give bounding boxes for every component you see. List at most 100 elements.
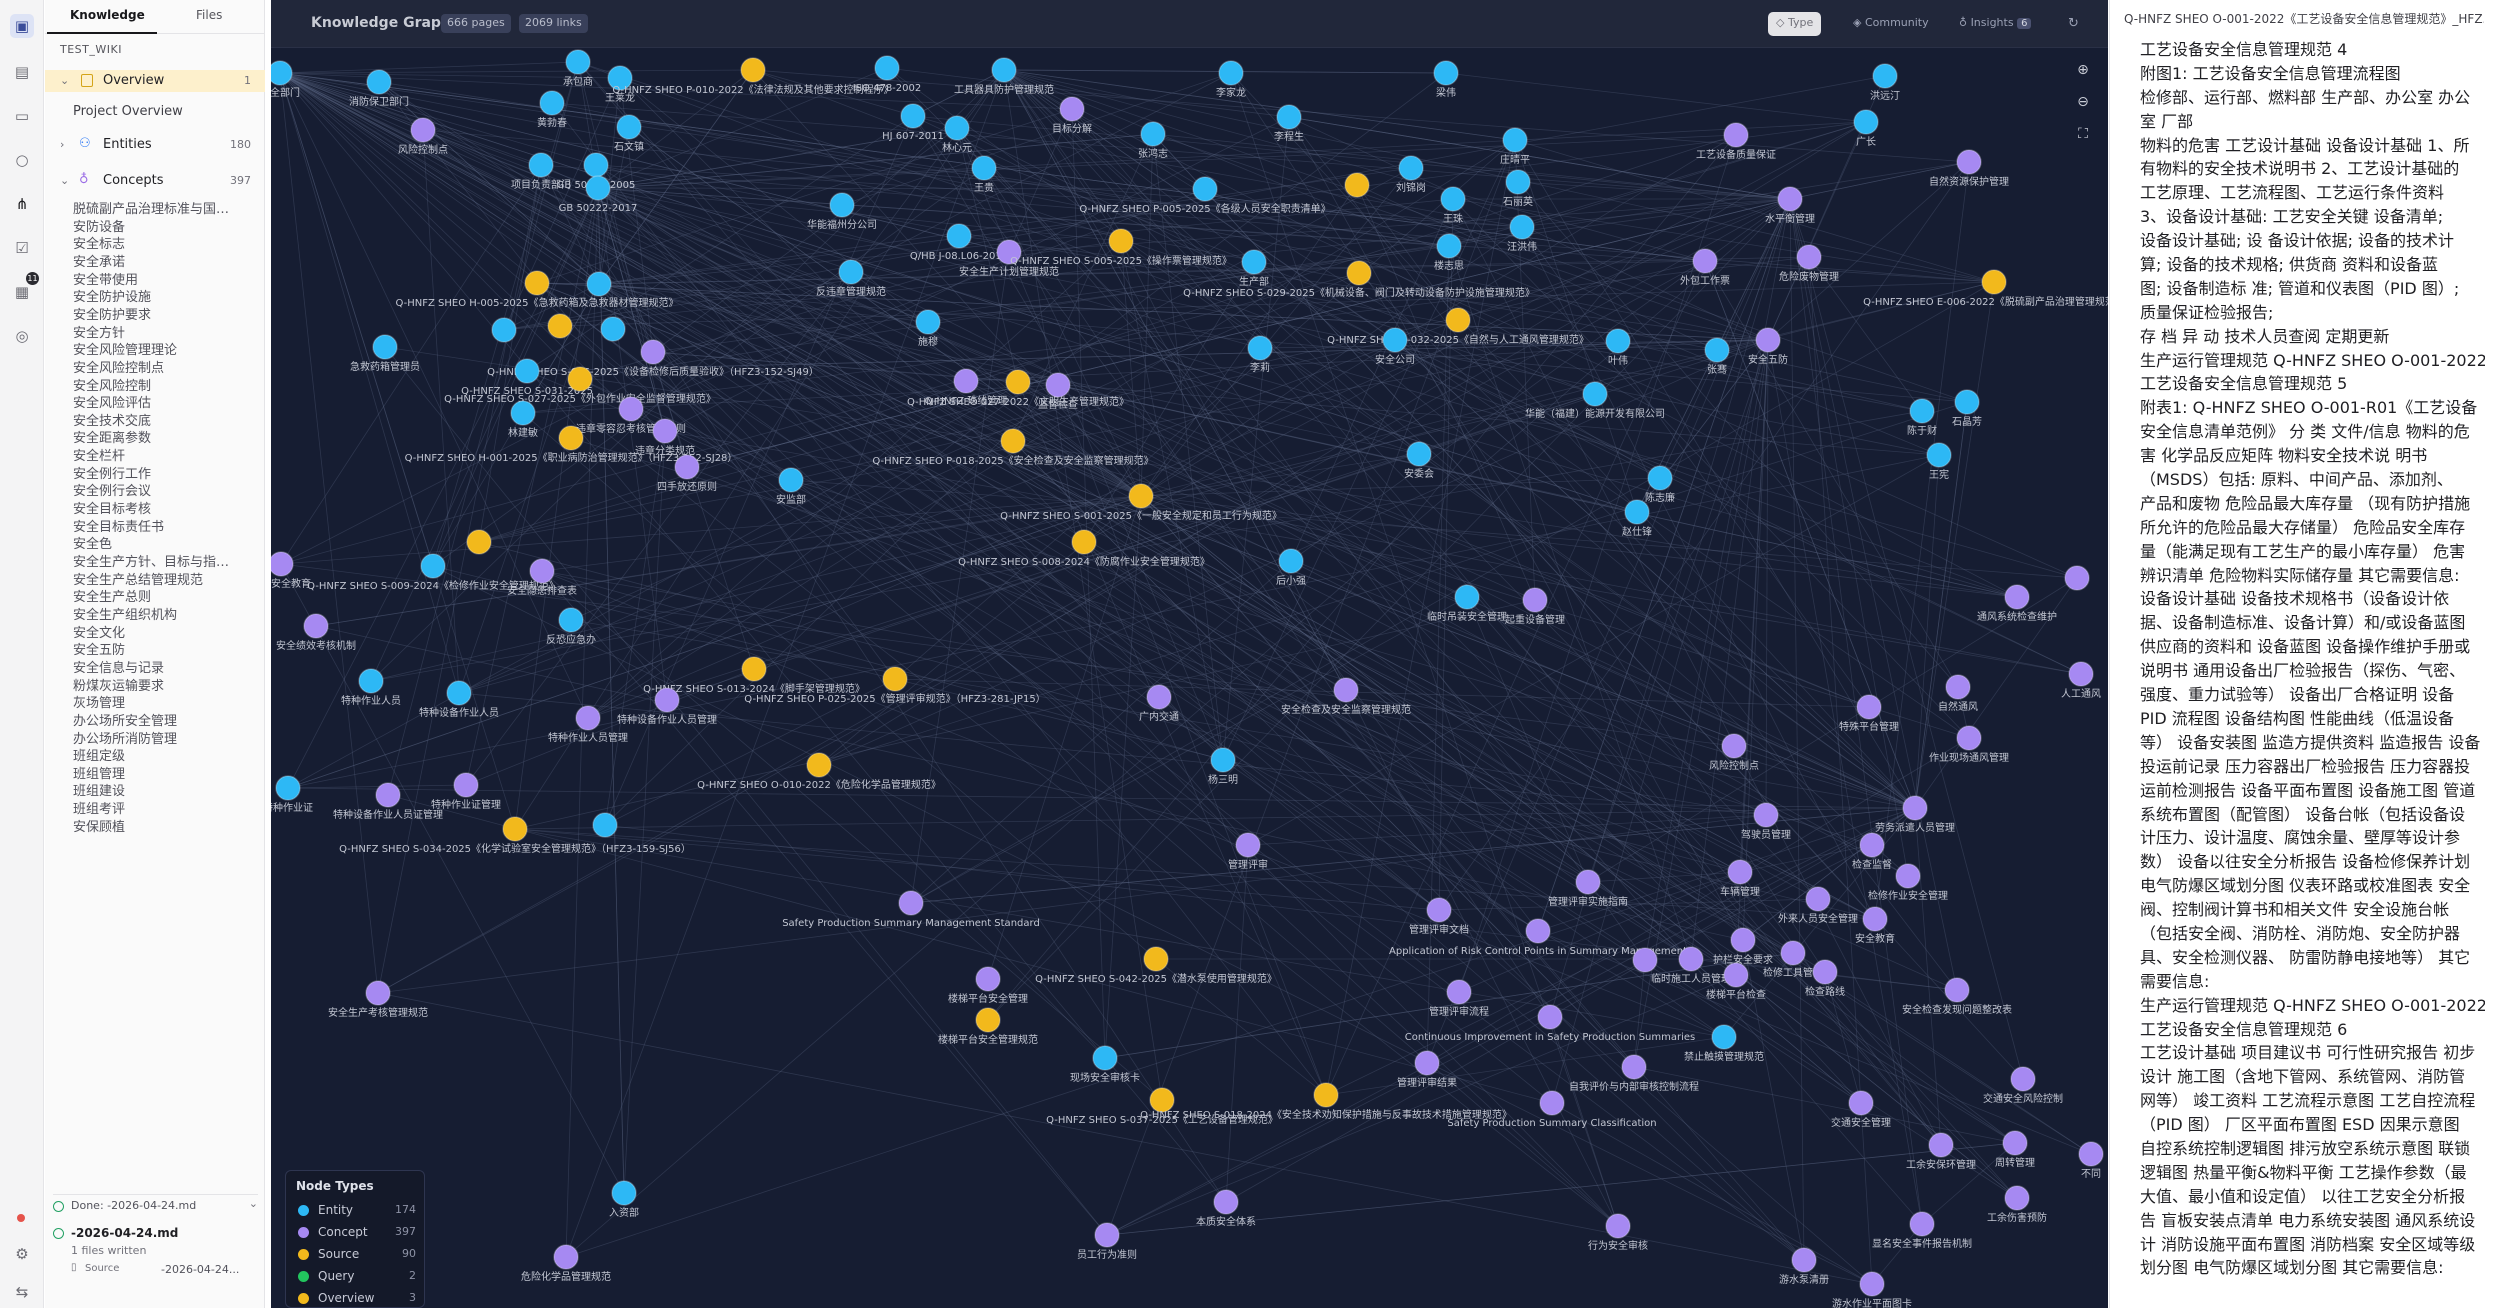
folder-icon[interactable]: ▭	[10, 104, 34, 128]
graph-node-entity[interactable]: 石晶芳	[1952, 389, 1982, 428]
graph-node-circle[interactable]	[275, 775, 301, 801]
graph-node-source[interactable]	[466, 529, 492, 555]
graph-node-circle[interactable]	[1092, 1045, 1118, 1071]
concept-list-item[interactable]: 安全信息与记录	[73, 657, 258, 676]
graph-node-circle[interactable]	[1502, 127, 1528, 153]
status-done-row[interactable]: Done: -2026-04-24.md ⌄	[53, 1194, 258, 1216]
graph-node-circle[interactable]	[1981, 269, 2007, 295]
graph-node-circle[interactable]	[946, 223, 972, 249]
graph-node-concept[interactable]: 起重设备管理	[1505, 587, 1565, 626]
graph-node-circle[interactable]	[1753, 802, 1779, 828]
graph-node-circle[interactable]	[1433, 60, 1459, 86]
graph-node-entity[interactable]: 林心元	[942, 115, 972, 154]
concept-list-item[interactable]: 安全风险控制	[73, 375, 258, 394]
graph-node-entity[interactable]: 杨三明	[1208, 747, 1238, 786]
graph-node-circle[interactable]	[586, 271, 612, 297]
concept-list-item[interactable]: 安全文化	[73, 622, 258, 641]
concept-list-item[interactable]: 安全生产总结管理规范	[73, 569, 258, 588]
graph-node-circle[interactable]	[1128, 483, 1154, 509]
graph-node-circle[interactable]	[1621, 1054, 1647, 1080]
graph-node-circle[interactable]	[1140, 121, 1166, 147]
checklist-icon[interactable]: ☑	[10, 236, 34, 260]
graph-node-concept[interactable]: 员工行为准则	[1077, 1222, 1137, 1261]
graph-node-circle[interactable]	[1005, 369, 1031, 395]
globe-icon[interactable]: ◎	[10, 324, 34, 348]
graph-node-concept[interactable]: 作业现场通风管理	[1929, 725, 2009, 764]
graph-node-circle[interactable]	[1624, 499, 1650, 525]
tree-item-entities[interactable]: › ⚇ Entities 180	[45, 134, 265, 156]
graph-node-circle[interactable]	[1278, 548, 1304, 574]
graph-node-circle[interactable]	[1872, 63, 1898, 89]
graph-node-circle[interactable]	[303, 613, 329, 639]
concept-list-item[interactable]: 安全例行工作	[73, 463, 258, 482]
graph-node-entity[interactable]: ISO 478-2002	[853, 55, 922, 94]
chevron-down-icon[interactable]: ⌄	[60, 174, 69, 187]
graph-node-concept[interactable]: 楼梯平台安全管理	[948, 966, 1028, 1005]
graph-node-entity[interactable]: 华能福州分公司	[807, 192, 877, 231]
graph-node-entity[interactable]: 陈志廉	[1645, 465, 1675, 504]
graph-node-circle[interactable]	[898, 890, 924, 916]
graph-node-circle[interactable]	[1721, 733, 1747, 759]
graph-node-circle[interactable]	[1509, 214, 1535, 240]
graph-node-circle[interactable]	[1902, 795, 1928, 821]
graph-node-concept[interactable]: 自然通风	[1938, 674, 1978, 713]
graph-node-concept[interactable]: 交通安全风险控制	[1983, 1066, 2063, 1105]
graph-node-circle[interactable]	[1730, 927, 1756, 953]
graph-node-concept[interactable]: 本质安全体系	[1196, 1189, 1256, 1228]
graph-node-concept[interactable]: 管理评审结果	[1397, 1050, 1457, 1089]
graph-node-circle[interactable]	[446, 680, 472, 706]
graph-node-entity[interactable]: 梁伟	[1433, 60, 1459, 99]
concept-list-item[interactable]: 灰场管理	[73, 692, 258, 711]
graph-node-circle[interactable]	[365, 980, 391, 1006]
graph-node-circle[interactable]	[1505, 169, 1531, 195]
graph-node-circle[interactable]	[1440, 186, 1466, 212]
graph-node-circle[interactable]	[1723, 962, 1749, 988]
graph-node-concept[interactable]: 监督检查	[1038, 372, 1078, 411]
graph-node-circle[interactable]	[1853, 109, 1879, 135]
graph-node-circle[interactable]	[1000, 428, 1026, 454]
graph-svg[interactable]: 安全部门消防保卫部门承包商王莱龙Q-HNFZ SHEO P-010-2022《法…	[271, 0, 2108, 1308]
graph-node-circle[interactable]	[944, 115, 970, 141]
graph-node-circle[interactable]	[510, 400, 536, 426]
document-icon[interactable]: ▤	[10, 60, 34, 84]
graph-node-circle[interactable]	[1213, 1189, 1239, 1215]
concept-list-item[interactable]: 安全距离参数	[73, 427, 258, 446]
graph-node-circle[interactable]	[1146, 684, 1172, 710]
graph-node-circle[interactable]	[1909, 1211, 1935, 1237]
graph-node-concept[interactable]: 危险化学品管理规范	[521, 1244, 611, 1283]
graph-node-circle[interactable]	[1525, 918, 1551, 944]
graph-node-entity[interactable]: 工具器具防护管理规范	[954, 57, 1054, 96]
graph-node-entity[interactable]: 施穆	[915, 309, 941, 348]
graph-node-source[interactable]: Q-HNFZ SHEO S-034-2025《化学试验室安全管理规范》（HFZ3…	[339, 816, 691, 855]
graph-node-circle[interactable]	[1605, 1213, 1631, 1239]
graph-node-circle[interactable]	[1346, 260, 1372, 286]
concept-list-item[interactable]: 安全风险评估	[73, 392, 258, 411]
community-button[interactable]: ◈ Community	[1845, 12, 1937, 36]
graph-node-concept[interactable]: 周转管理	[1995, 1130, 2035, 1169]
graph-node-concept[interactable]: 特种作业证管理	[431, 772, 501, 811]
graph-node-concept[interactable]: 外来人员安全管理	[1778, 886, 1858, 925]
graph-node-circle[interactable]	[529, 558, 555, 584]
graph-node-entity[interactable]: 后小强	[1276, 548, 1306, 587]
graph-node-circle[interactable]	[616, 114, 642, 140]
graph-node-circle[interactable]	[372, 334, 398, 360]
concept-list-item[interactable]: 安全方针	[73, 322, 258, 341]
graph-node-entity[interactable]	[491, 317, 517, 343]
graph-node-entity[interactable]: Q/HB J-08.L06-2012	[910, 223, 1008, 262]
graph-node-circle[interactable]	[1059, 96, 1085, 122]
graph-node-circle[interactable]	[1582, 381, 1608, 407]
graph-node-circle[interactable]	[1895, 863, 1921, 889]
graph-node-circle[interactable]	[1944, 977, 1970, 1003]
graph-node-circle[interactable]	[618, 396, 644, 422]
graph-node-circle[interactable]	[1956, 725, 1982, 751]
graph-node-circle[interactable]	[1241, 249, 1267, 275]
tab-knowledge[interactable]: Knowledge	[70, 8, 145, 22]
graph-node-entity[interactable]: 现场安全审核卡	[1070, 1045, 1140, 1084]
graph-node-circle[interactable]	[1791, 1247, 1817, 1273]
concept-list-item[interactable]: 安全目标责任书	[73, 516, 258, 535]
graph-node-circle[interactable]	[1445, 307, 1471, 333]
swap-icon[interactable]: ⇆	[10, 1280, 34, 1304]
graph-node-entity[interactable]: 洪远汀	[1870, 63, 1900, 102]
graph-node-entity[interactable]: 安委会	[1404, 441, 1434, 480]
concept-list-item[interactable]: 脱硫副产品治理标准与国…	[73, 198, 258, 217]
